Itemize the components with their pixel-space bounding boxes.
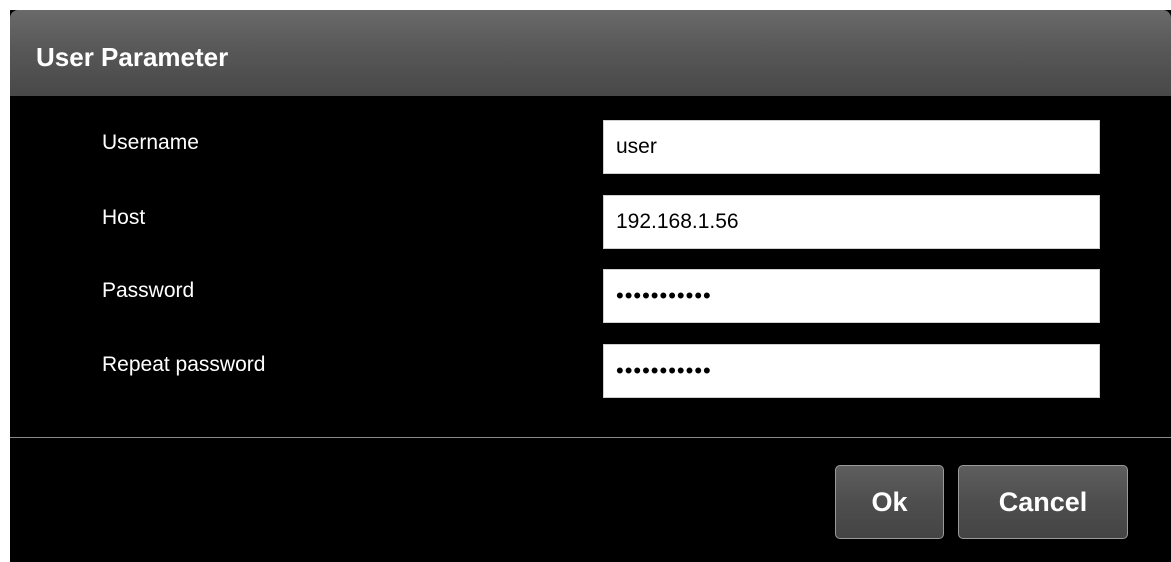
host-field[interactable]: [603, 195, 1100, 249]
dialog-titlebar[interactable]: User Parameter: [10, 10, 1171, 96]
username-field[interactable]: [603, 120, 1100, 174]
user-parameter-dialog: User Parameter Username Host Password Re…: [10, 10, 1171, 562]
dialog-title: User Parameter: [36, 42, 229, 72]
cancel-button[interactable]: Cancel: [958, 465, 1128, 539]
username-label: Username: [102, 131, 199, 154]
repeat-password-field[interactable]: [603, 344, 1100, 398]
password-label: Password: [102, 279, 195, 302]
footer-divider: [10, 437, 1171, 438]
password-field[interactable]: [603, 269, 1100, 323]
ok-button[interactable]: Ok: [835, 465, 944, 539]
repeat-password-label: Repeat password: [102, 353, 266, 376]
host-label: Host: [102, 206, 146, 229]
